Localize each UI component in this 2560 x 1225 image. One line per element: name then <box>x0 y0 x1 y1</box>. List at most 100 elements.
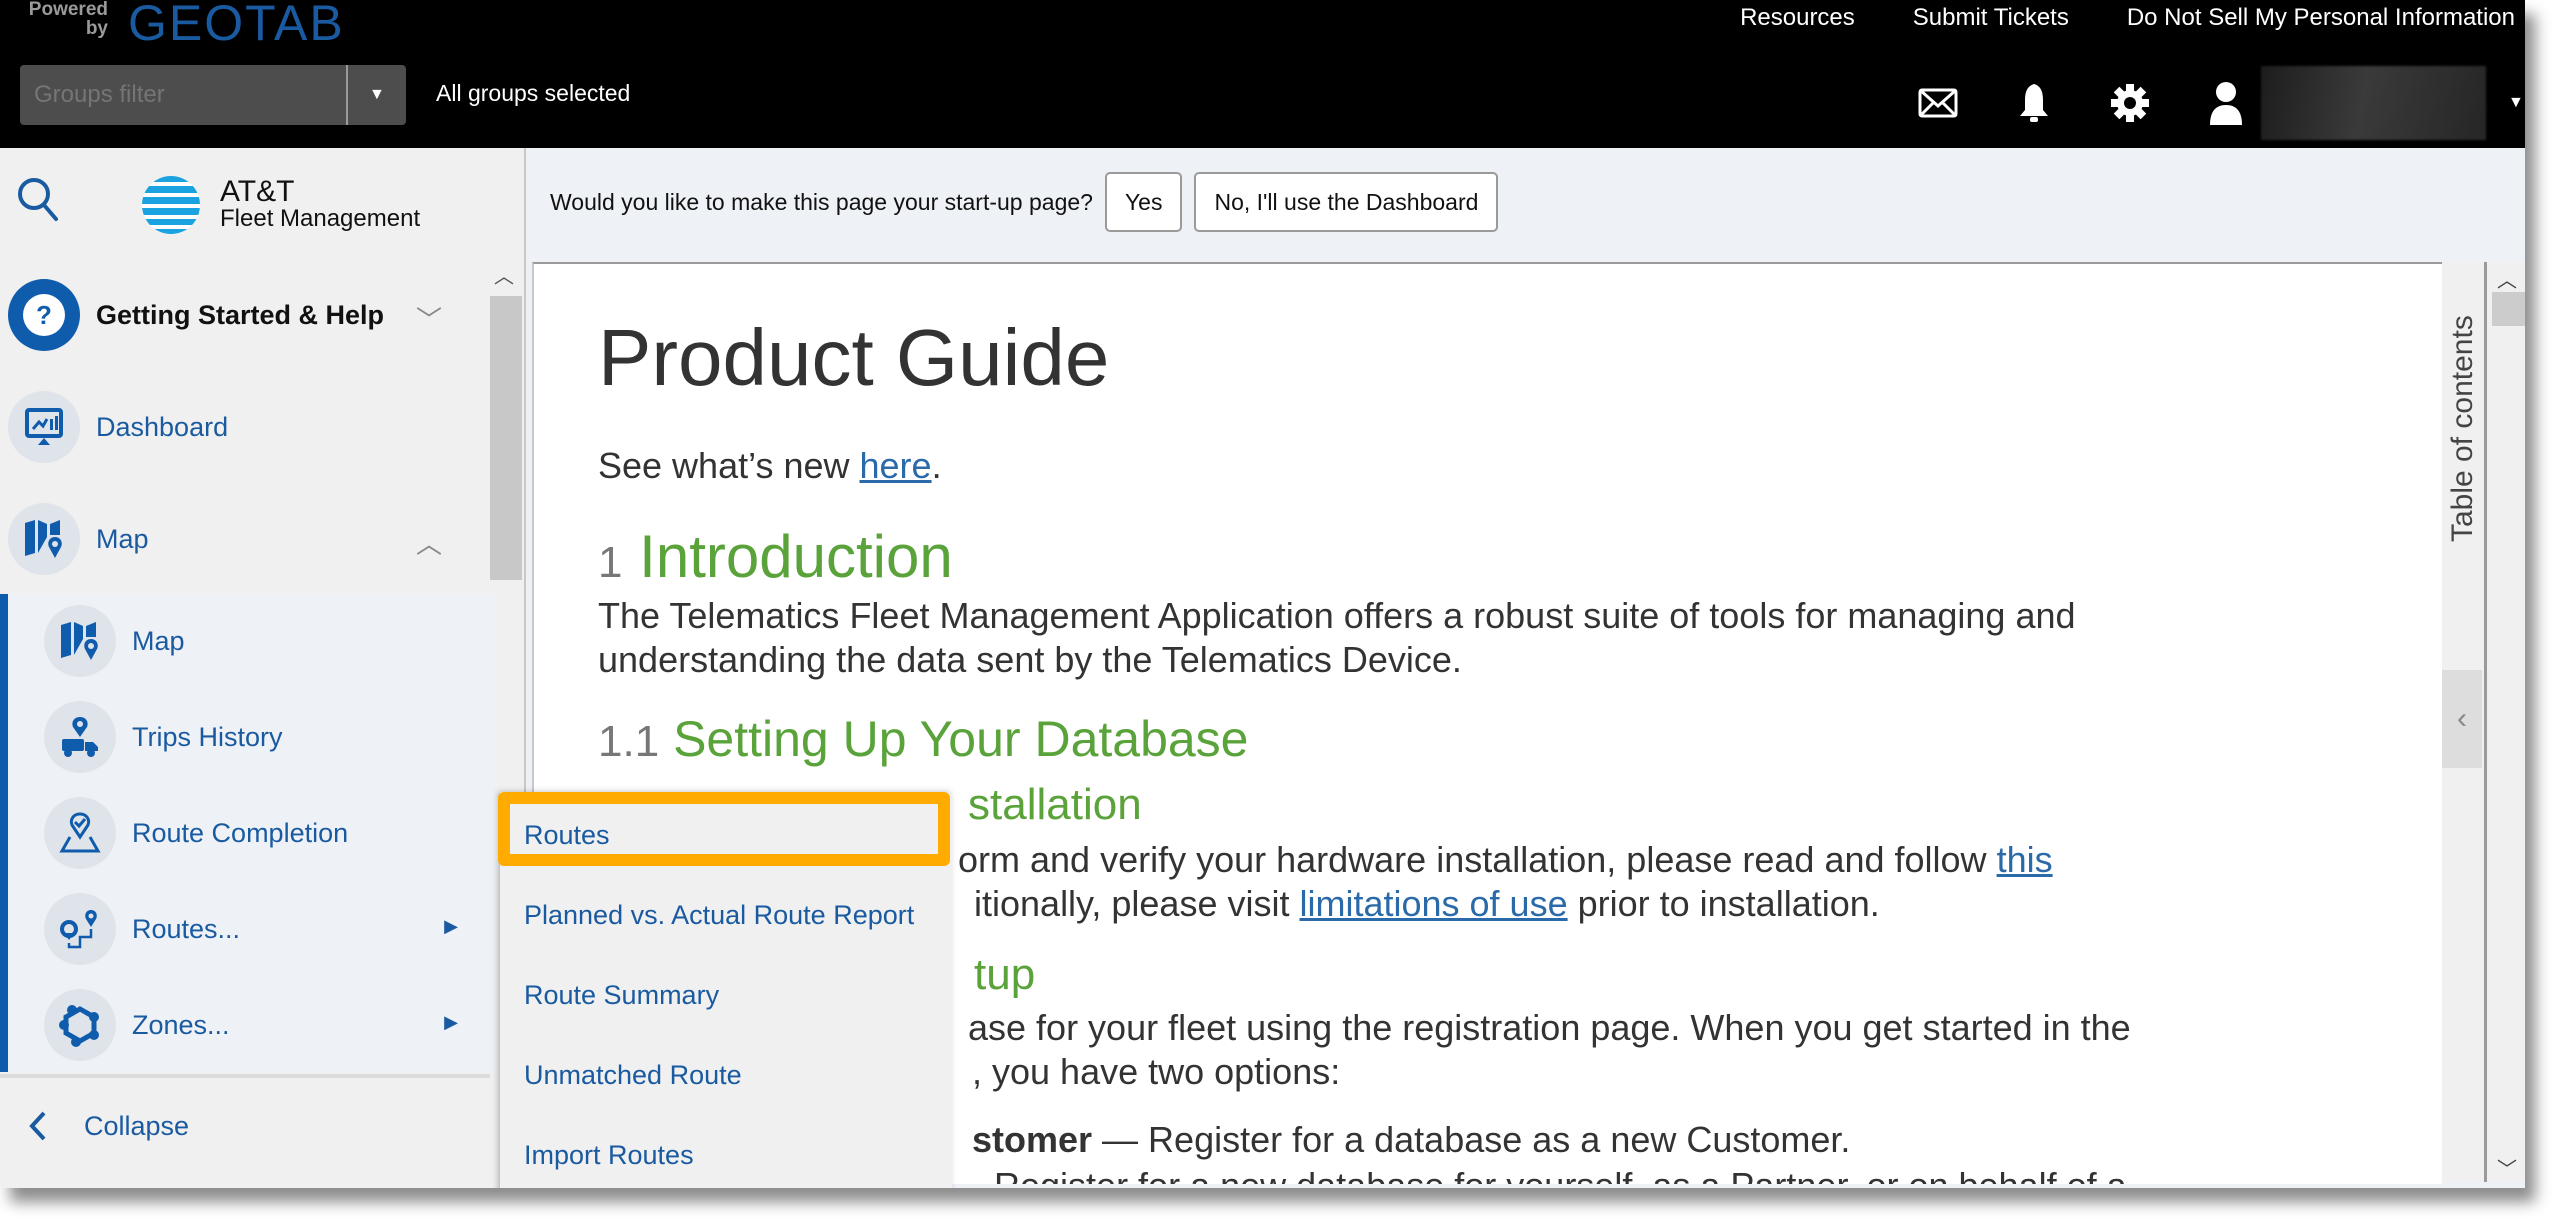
nav-scrollbar-thumb[interactable] <box>490 296 522 580</box>
logo-line2: Fleet Management <box>220 205 421 232</box>
nav-sub-routes[interactable]: Routes... ▶ <box>8 884 490 974</box>
caret-right-icon: ▶ <box>444 916 458 936</box>
main-scrollbar[interactable]: ︿ ﹀ <box>2487 262 2525 1182</box>
collapse-button[interactable]: Collapse <box>28 1110 189 1142</box>
menu-item-planned-vs-actual[interactable]: Planned vs. Actual Route Report <box>524 900 914 931</box>
app-window: Powered by GEOTAB Resources Submit Ticke… <box>0 0 2525 1188</box>
nav-map[interactable]: Map ︿ <box>0 494 490 584</box>
notifications-button[interactable] <box>2011 80 2057 126</box>
zones-icon <box>44 989 116 1061</box>
hardware-text: orm and verify your hardware installatio… <box>958 839 1997 880</box>
heading-setup: tup <box>974 950 1036 999</box>
chevron-down-icon: ﹀ <box>415 305 442 335</box>
startup-question: Would you like to make this page your st… <box>550 188 1093 215</box>
nav-label: Routes... <box>132 913 241 944</box>
nav-scroll-up-button[interactable]: ︿ <box>494 260 514 289</box>
user-name-redacted[interactable] <box>2261 66 2486 140</box>
hardware-text: itionally, please visit <box>974 883 1300 924</box>
settings-button[interactable] <box>2107 80 2153 126</box>
trips-icon <box>44 701 116 773</box>
menu-item-route-summary[interactable]: Route Summary <box>524 980 719 1011</box>
this-link[interactable]: this <box>1997 839 2053 880</box>
powered-by-label: Powered by <box>28 0 108 39</box>
heading-setting-up-database: 1.1 Setting Up Your Database <box>598 710 1249 768</box>
search-icon <box>18 178 58 221</box>
header-icons: ▼ <box>1915 66 2524 140</box>
section-number: 1 <box>598 538 623 587</box>
att-logo: AT&T Fleet Management <box>140 174 420 236</box>
menu-item-routes[interactable]: Routes <box>524 820 610 851</box>
scrollbar-thumb[interactable] <box>2492 292 2525 326</box>
routes-icon <box>44 893 116 965</box>
menu-item-unmatched-route[interactable]: Unmatched Route <box>524 1060 742 1091</box>
user-icon <box>2210 82 2242 125</box>
yes-button[interactable]: Yes <box>1104 172 1183 232</box>
nav-label: Trips History <box>132 721 283 752</box>
chevron-left-icon <box>29 1111 46 1141</box>
user-menu-button[interactable] <box>2203 80 2249 126</box>
toc-toggle-button[interactable]: ‹ <box>2442 670 2482 768</box>
customer-text: — Register for a database as a new Custo… <box>1092 1119 1851 1160</box>
section-title: Introduction <box>639 523 953 590</box>
section-title: Setting Up Your Database <box>673 711 1249 767</box>
nav-dashboard[interactable]: Dashboard <box>0 382 490 472</box>
nav-sub-trips-history[interactable]: Trips History <box>8 692 490 782</box>
use-dashboard-button[interactable]: No, I'll use the Dashboard <box>1194 172 1499 232</box>
chevron-up-icon: ︿ <box>415 529 442 559</box>
submit-tickets-link[interactable]: Submit Tickets <box>1913 4 2069 32</box>
gear-icon <box>2111 84 2149 122</box>
nav-sub-zones[interactable]: Zones... ▶ <box>8 980 490 1070</box>
groups-filter-input[interactable] <box>20 80 346 110</box>
page-title: Product Guide <box>598 313 1110 402</box>
heading-introduction: 1 Introduction <box>598 522 953 591</box>
customer-bold: stomer <box>972 1119 1093 1160</box>
scroll-up-icon[interactable]: ︿ <box>2497 264 2517 293</box>
mail-button[interactable] <box>1915 80 1961 126</box>
nav-divider <box>0 1074 490 1078</box>
nav-sub-map[interactable]: Map <box>8 596 490 686</box>
route-completion-icon <box>44 797 116 869</box>
groups-filter-dropdown-button[interactable]: ▼ <box>348 65 406 125</box>
setup-paragraph-line1: ase for your fleet using the registratio… <box>968 1007 2131 1048</box>
do-not-sell-link[interactable]: Do Not Sell My Personal Information <box>2127 4 2515 32</box>
search-button[interactable] <box>16 176 60 226</box>
scroll-down-icon[interactable]: ﹀ <box>2497 1153 2517 1182</box>
chevron-left-icon: ‹ <box>2457 702 2467 735</box>
routes-popup-menu: Routes Planned vs. Actual Route Report R… <box>500 792 952 1188</box>
dashboard-icon <box>8 391 80 463</box>
resources-link[interactable]: Resources <box>1740 4 1855 32</box>
caret-down-icon[interactable]: ▼ <box>2508 94 2524 112</box>
toc-label[interactable]: Table of contents <box>2442 282 2484 542</box>
map-icon <box>8 503 80 575</box>
hardware-paragraph-line2: itionally, please visit limitations of u… <box>974 882 1880 926</box>
menu-item-import-routes[interactable]: Import Routes <box>524 1140 694 1171</box>
groups-status: All groups selected <box>436 80 631 106</box>
att-globe-icon <box>142 176 200 234</box>
mail-icon <box>1918 88 1958 118</box>
toc-panel: Table of contents ‹ <box>2442 262 2487 1182</box>
groups-filter: ▼ <box>20 65 406 125</box>
help-icon: ? <box>8 279 80 351</box>
whats-new-link[interactable]: here <box>860 445 932 486</box>
nav-label: Route Completion <box>132 817 349 848</box>
limitations-of-use-link[interactable]: limitations of use <box>1299 883 1567 924</box>
setup-paragraph-line2: , you have two options: <box>972 1051 1341 1092</box>
heading-hardware-installation: stallation <box>968 780 1142 829</box>
nav-label: Getting Started & Help <box>96 299 385 330</box>
svg-text:?: ? <box>36 300 52 330</box>
customer-option: stomer — Register for a database as a ne… <box>972 1118 1850 1162</box>
caret-down-icon: ▼ <box>369 86 385 103</box>
hardware-paragraph-line1: orm and verify your hardware installatio… <box>958 838 2053 882</box>
nav-label: Dashboard <box>96 411 229 442</box>
top-links: Resources Submit Tickets Do Not Sell My … <box>1740 4 2515 32</box>
hardware-text: prior to installation. <box>1567 883 1880 924</box>
nav-getting-started[interactable]: ? Getting Started & Help ﹀ <box>0 270 490 360</box>
period: . <box>931 445 942 486</box>
top-header: Powered by GEOTAB Resources Submit Ticke… <box>0 0 2525 148</box>
nav-sub-route-completion[interactable]: Route Completion <box>8 788 490 878</box>
intro-paragraph-line1: The Telematics Fleet Management Applicat… <box>598 595 2076 636</box>
whats-new-line: See what’s new here. <box>598 444 942 488</box>
caret-right-icon: ▶ <box>444 1012 458 1032</box>
nav-label: Map <box>96 523 149 554</box>
collapse-label: Collapse <box>84 1110 190 1141</box>
